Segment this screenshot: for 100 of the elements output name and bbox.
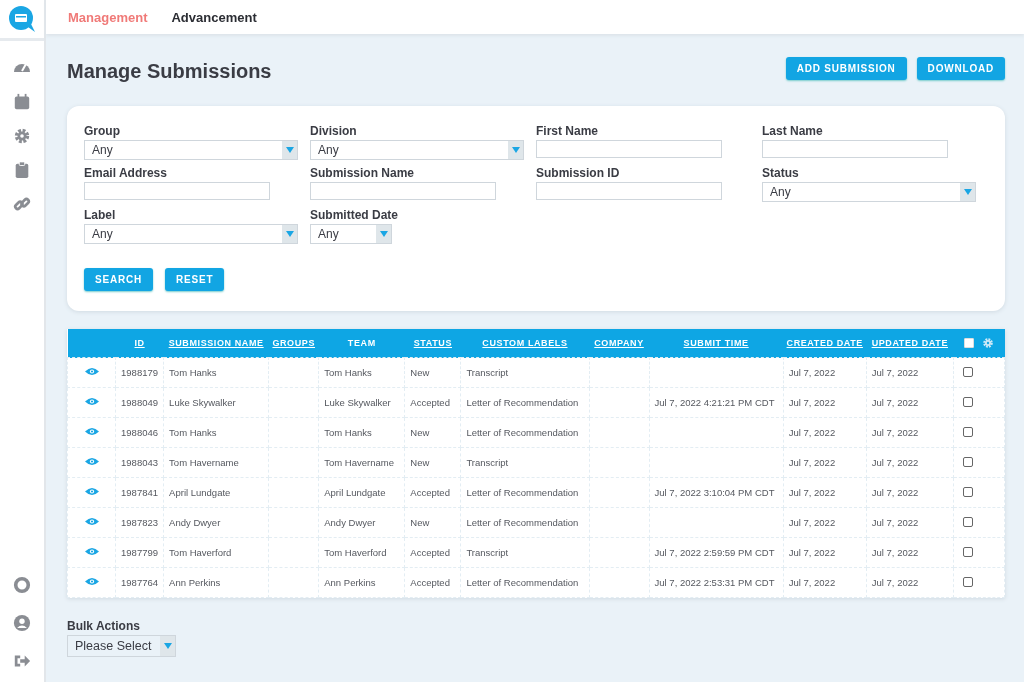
table-cell: Tom Havername bbox=[324, 457, 394, 468]
column-header[interactable]: STATUS bbox=[413, 338, 452, 348]
table-cell: Accepted bbox=[410, 547, 450, 558]
table-cell: Jul 7, 2022 bbox=[788, 367, 836, 378]
column-header[interactable]: CREATED DATE bbox=[786, 338, 863, 348]
row-checkbox[interactable] bbox=[962, 516, 973, 527]
column-header[interactable]: CUSTOM LABELS bbox=[482, 338, 568, 348]
filter-button[interactable]: RESET bbox=[165, 268, 225, 291]
table-cell: Ann Perkins bbox=[324, 577, 376, 588]
column-header[interactable]: SUBMISSION NAME bbox=[168, 338, 264, 348]
select-all-checkbox[interactable] bbox=[963, 338, 974, 348]
table-cell: Jul 7, 2022 bbox=[788, 397, 836, 408]
table-cell: New bbox=[410, 427, 430, 438]
input-field[interactable] bbox=[84, 182, 270, 200]
table-cell: Jul 7, 2022 4:21:21 PM CDT bbox=[654, 397, 775, 408]
table-cell: Jul 7, 2022 bbox=[871, 487, 919, 498]
column-header[interactable]: GROUPS bbox=[272, 338, 316, 348]
caret-icon bbox=[285, 147, 294, 153]
table-cell: 1987799 bbox=[121, 547, 159, 558]
clipboard-icon[interactable] bbox=[13, 161, 31, 179]
table-cell: Tom Hanks bbox=[324, 367, 372, 378]
eye-icon[interactable] bbox=[84, 367, 99, 376]
table-cell: Jul 7, 2022 bbox=[871, 397, 919, 408]
table-cell: Jul 7, 2022 bbox=[871, 517, 919, 528]
link-icon[interactable] bbox=[13, 195, 31, 213]
input-field[interactable] bbox=[762, 140, 948, 158]
table-cell: 1988046 bbox=[121, 427, 159, 438]
table-cell: New bbox=[410, 517, 430, 528]
user-icon[interactable] bbox=[13, 614, 31, 632]
dropdown-field[interactable]: Please Select bbox=[67, 635, 176, 657]
calendar-icon[interactable] bbox=[13, 93, 31, 111]
lifebuoy-icon[interactable] bbox=[13, 576, 31, 594]
column-header[interactable]: UPDATED DATE bbox=[871, 338, 948, 348]
table-cell: Luke Skywalker bbox=[324, 397, 391, 408]
table-cell: Letter of Recommendation bbox=[466, 577, 579, 588]
caret-icon bbox=[963, 189, 972, 195]
dropdown-field[interactable]: Any bbox=[762, 182, 976, 202]
eye-icon[interactable] bbox=[84, 427, 99, 436]
page-title: Manage Submissions bbox=[67, 59, 272, 83]
table-cell: Ann Perkins bbox=[169, 577, 221, 588]
table-cell: Andy Dwyer bbox=[324, 517, 376, 528]
table-cell: Jul 7, 2022 bbox=[871, 367, 919, 378]
caret-icon bbox=[163, 643, 172, 649]
table-cell: New bbox=[410, 367, 430, 378]
row-checkbox[interactable] bbox=[962, 486, 973, 497]
table-cell: Accepted bbox=[410, 397, 450, 408]
table-cell: 1988043 bbox=[121, 457, 159, 468]
row-checkbox[interactable] bbox=[962, 426, 973, 437]
table-cell: 1988179 bbox=[121, 367, 159, 378]
column-header: TEAM bbox=[347, 338, 376, 348]
nav-tab[interactable]: Advancement bbox=[163, 9, 265, 25]
eye-icon[interactable] bbox=[84, 397, 99, 406]
eye-icon[interactable] bbox=[84, 517, 99, 526]
table-cell: Jul 7, 2022 bbox=[788, 487, 836, 498]
table-cell: Andy Dwyer bbox=[169, 517, 221, 528]
row-checkbox[interactable] bbox=[962, 366, 973, 377]
settings-icon[interactable] bbox=[13, 127, 31, 145]
field-label: Email Address bbox=[84, 166, 168, 180]
table-cell: Jul 7, 2022 3:10:04 PM CDT bbox=[654, 487, 775, 498]
table-cell: April Lundgate bbox=[169, 487, 231, 498]
table-cell: New bbox=[410, 457, 430, 468]
logo-icon[interactable] bbox=[8, 5, 36, 33]
table-cell: 1988049 bbox=[121, 397, 159, 408]
dropdown-field[interactable]: Any bbox=[84, 224, 298, 244]
table-cell: Tom Hanks bbox=[169, 427, 217, 438]
eye-icon[interactable] bbox=[84, 577, 99, 586]
table-cell: April Lundgate bbox=[324, 487, 386, 498]
dropdown-field[interactable]: Any bbox=[310, 140, 524, 160]
row-checkbox[interactable] bbox=[962, 576, 973, 587]
table-cell: Letter of Recommendation bbox=[466, 427, 579, 438]
dropdown-field[interactable]: Any bbox=[310, 224, 392, 244]
column-header[interactable]: ID bbox=[134, 338, 145, 348]
table-cell: 1987764 bbox=[121, 577, 159, 588]
filter-button[interactable]: SEARCH bbox=[84, 268, 154, 291]
eye-icon[interactable] bbox=[84, 547, 99, 556]
row-checkbox[interactable] bbox=[962, 396, 973, 407]
field-label: Submitted Date bbox=[310, 208, 399, 222]
dropdown-field[interactable]: Any bbox=[84, 140, 298, 160]
input-field[interactable] bbox=[310, 182, 496, 200]
caret-icon bbox=[285, 231, 294, 237]
caret-icon bbox=[511, 147, 520, 153]
action-button[interactable]: ADD SUBMISSION bbox=[785, 56, 907, 80]
settings-icon[interactable] bbox=[981, 337, 994, 349]
field-label: Submission ID bbox=[536, 166, 621, 180]
field-label: Label bbox=[84, 208, 117, 222]
table-cell: Jul 7, 2022 bbox=[871, 457, 919, 468]
row-checkbox[interactable] bbox=[962, 546, 973, 557]
table-cell: Letter of Recommendation bbox=[466, 517, 579, 528]
table-cell: Letter of Recommendation bbox=[466, 487, 579, 498]
column-header[interactable]: SUBMIT TIME bbox=[683, 338, 749, 348]
action-button[interactable]: DOWNLOAD bbox=[916, 56, 1005, 80]
column-header[interactable]: COMPANY bbox=[594, 338, 644, 348]
eye-icon[interactable] bbox=[84, 487, 99, 496]
eye-icon[interactable] bbox=[84, 457, 99, 466]
field-label: Last Name bbox=[762, 124, 824, 138]
nav-tab[interactable]: Management bbox=[60, 9, 156, 25]
input-field[interactable] bbox=[536, 182, 722, 200]
input-field[interactable] bbox=[536, 140, 722, 158]
row-checkbox[interactable] bbox=[962, 456, 973, 467]
table-cell: Letter of Recommendation bbox=[466, 397, 579, 408]
